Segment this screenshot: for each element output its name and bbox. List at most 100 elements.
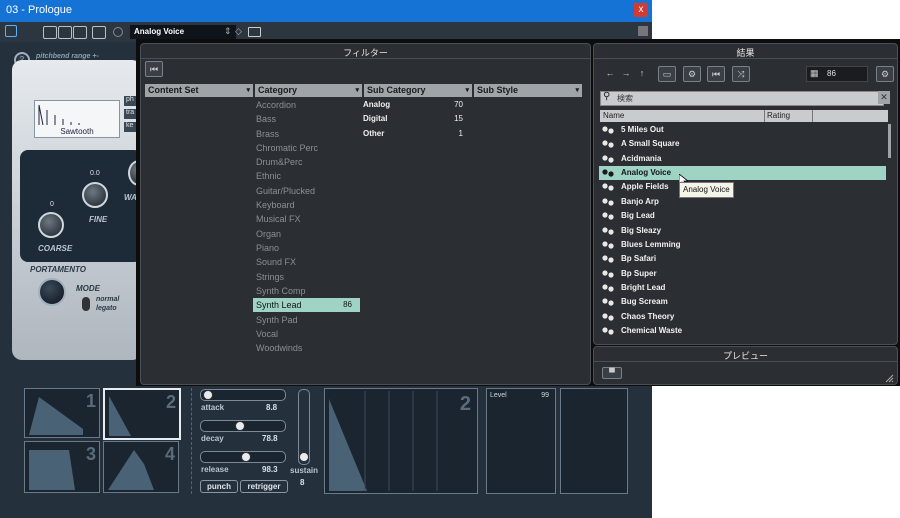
category-item[interactable]: Organ xyxy=(256,227,360,241)
preset-icon xyxy=(602,298,614,306)
preset-name-field[interactable]: Analog Voice xyxy=(130,25,236,39)
category-item[interactable]: Woodwinds xyxy=(256,341,360,355)
gear-icon[interactable]: ⚙ xyxy=(683,66,701,82)
result-item[interactable]: Bp Super xyxy=(599,267,886,281)
filter-top-divider xyxy=(141,58,590,59)
preset-icon xyxy=(602,140,614,148)
settings-icon[interactable]: ⚙ xyxy=(876,66,894,82)
reset-filter-button[interactable]: ⏮ xyxy=(145,61,163,77)
result-item[interactable]: A Small Square xyxy=(599,137,886,151)
result-item[interactable]: Big Lead xyxy=(599,209,886,223)
portamento-knob[interactable] xyxy=(38,278,66,306)
preset-updown-icon[interactable]: ⇕ xyxy=(224,26,232,37)
shuffle-icon[interactable]: ⤨ xyxy=(732,66,750,82)
category-item[interactable]: Sound FX xyxy=(256,255,360,269)
sustain-slider-thumb[interactable] xyxy=(299,452,309,462)
column-rating-header[interactable]: Rating xyxy=(767,111,790,120)
result-item[interactable]: Blues Lemming xyxy=(599,238,886,252)
release-label: release xyxy=(201,465,229,474)
category-item[interactable]: Piano xyxy=(256,241,360,255)
retrigger-button[interactable]: retrigger xyxy=(240,480,288,493)
reset-icon[interactable]: ⏮ xyxy=(707,66,725,82)
search-box[interactable]: ⚲ 検索 xyxy=(600,91,884,106)
read-automation-icon[interactable] xyxy=(43,26,57,39)
release-slider-thumb[interactable] xyxy=(241,452,251,462)
sustain-slider[interactable] xyxy=(298,389,310,465)
result-item-selected[interactable]: Analog Voice xyxy=(599,166,886,180)
coarse-knob[interactable] xyxy=(38,212,64,238)
result-item[interactable]: Apple Fields xyxy=(599,180,886,194)
up-arrow-icon[interactable]: ↑ xyxy=(634,66,650,80)
category-item[interactable]: Strings xyxy=(256,270,360,284)
result-item[interactable]: Bug Scream xyxy=(599,295,886,309)
result-item[interactable]: Acidmania xyxy=(599,152,886,166)
camera-icon[interactable] xyxy=(248,27,261,37)
category-item[interactable]: Chromatic Perc xyxy=(256,141,360,155)
result-item[interactable]: Bp Safari xyxy=(599,252,886,266)
column-name-header[interactable]: Name xyxy=(603,111,624,120)
category-item[interactable]: Brass xyxy=(256,127,360,141)
search-clear-icon[interactable]: ✕ xyxy=(878,91,890,104)
folder-icon[interactable]: ▭ xyxy=(658,66,676,82)
subcategory-item[interactable]: Digital 15 xyxy=(363,112,463,126)
envelope-slot-2[interactable]: 2 xyxy=(103,388,181,440)
attack-slider[interactable] xyxy=(200,389,286,401)
envelope-slot-1[interactable]: 1 xyxy=(24,388,100,438)
write-automation-icon[interactable] xyxy=(58,26,72,39)
category-item-selected[interactable]: Synth Lead 86 xyxy=(253,298,360,312)
category-item[interactable]: Accordion xyxy=(256,98,360,112)
power-icon[interactable] xyxy=(5,25,17,37)
result-item[interactable]: Banjo Arp xyxy=(599,195,886,209)
keyboard-icon[interactable]: ▀ xyxy=(602,367,622,379)
dropdown-arrow-icon[interactable] xyxy=(638,26,648,36)
category-item[interactable]: Ethnic xyxy=(256,169,360,183)
subcategory-item[interactable]: Other 1 xyxy=(363,127,463,141)
category-item[interactable]: Keyboard xyxy=(256,198,360,212)
bypass-icon[interactable] xyxy=(113,27,123,37)
fine-knob[interactable] xyxy=(82,182,108,208)
column-header-category[interactable]: Category ▾ xyxy=(255,84,362,97)
result-label: Big Lead xyxy=(621,211,655,220)
column-header-sub-category[interactable]: Sub Category ▾ xyxy=(364,84,472,97)
result-label: Apple Fields xyxy=(621,182,669,191)
envelope-slot-4[interactable]: 4 xyxy=(103,441,179,493)
punch-button[interactable]: punch xyxy=(200,480,238,493)
waveform-display[interactable]: Sawtooth xyxy=(34,100,120,138)
level-box[interactable]: Level 99 xyxy=(486,388,556,494)
preset-diamond-icon[interactable]: ◇ xyxy=(235,26,242,37)
decay-slider[interactable] xyxy=(200,420,286,432)
release-slider[interactable] xyxy=(200,451,286,463)
routing-icon[interactable] xyxy=(92,26,106,39)
preview-divider xyxy=(594,361,897,362)
category-item[interactable]: Synth Comp xyxy=(256,284,360,298)
subcategory-label: Digital xyxy=(363,114,388,123)
subcategory-item[interactable]: Analog 70 xyxy=(363,98,463,112)
column-header-content-set[interactable]: Content Set ▾ xyxy=(145,84,253,97)
category-item[interactable]: Bass xyxy=(256,112,360,126)
result-item[interactable]: Chemical Waste xyxy=(599,324,886,338)
decay-slider-thumb[interactable] xyxy=(235,421,245,431)
forward-arrow-icon[interactable]: → xyxy=(618,66,634,80)
category-item[interactable]: Synth Pad xyxy=(256,313,360,327)
midi-icon[interactable] xyxy=(73,26,87,39)
attack-slider-thumb[interactable] xyxy=(203,390,213,400)
result-item[interactable]: Big Sleazy xyxy=(599,224,886,238)
envelope-graph[interactable]: 2 xyxy=(324,388,478,494)
close-button[interactable]: x xyxy=(634,3,648,17)
results-scrollbar[interactable] xyxy=(888,124,891,158)
result-item[interactable]: Bright Lead xyxy=(599,281,886,295)
column-header-sub-style[interactable]: Sub Style ▾ xyxy=(474,84,582,97)
resize-grip-icon[interactable] xyxy=(884,373,894,383)
envelope-slot-3[interactable]: 3 xyxy=(24,441,100,493)
category-item[interactable]: Vocal xyxy=(256,327,360,341)
column-header-label: Category xyxy=(258,85,298,95)
release-value: 98.3 xyxy=(262,465,278,474)
category-item[interactable]: Musical FX xyxy=(256,212,360,226)
back-arrow-icon[interactable]: ← xyxy=(602,66,618,80)
category-item[interactable]: Guitar/Plucked xyxy=(256,184,360,198)
mod-box[interactable] xyxy=(560,388,628,494)
category-item[interactable]: Drum&Perc xyxy=(256,155,360,169)
result-item[interactable]: 5 Miles Out xyxy=(599,123,886,137)
mode-switch[interactable] xyxy=(82,297,90,311)
result-item[interactable]: Chaos Theory xyxy=(599,310,886,324)
